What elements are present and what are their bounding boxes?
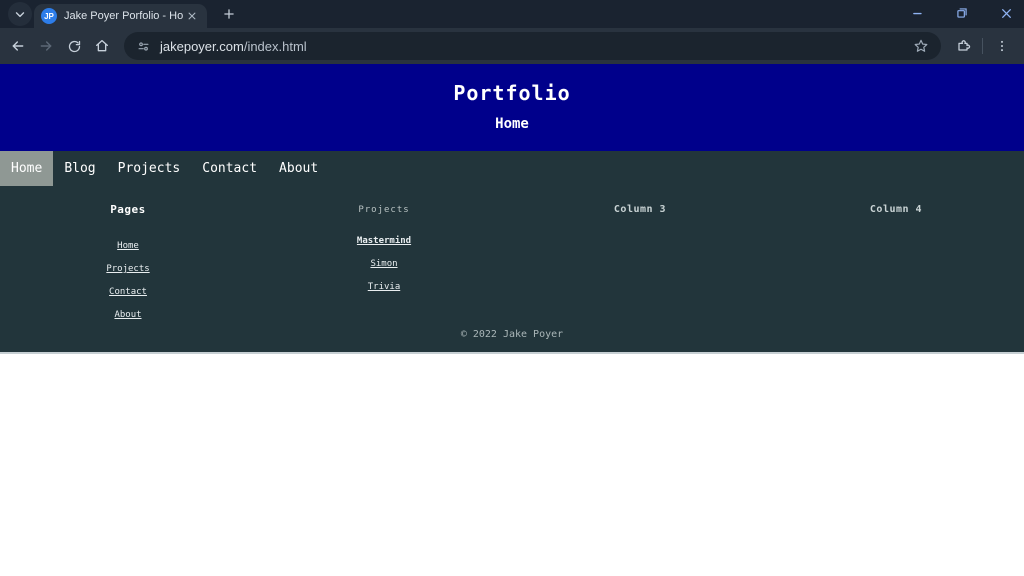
footer-column-projects: Projects Mastermind Simon Trivia xyxy=(256,186,512,325)
close-window-button[interactable] xyxy=(998,5,1014,21)
address-bar[interactable]: jakepoyer.com/index.html xyxy=(124,32,941,60)
footer-links-projects: Mastermind Simon Trivia xyxy=(256,228,512,293)
puzzle-icon xyxy=(955,38,971,54)
tab-title: Jake Poyer Porfolio - Home xyxy=(64,10,184,22)
footer-columns: Pages Home Projects Contact About Projec… xyxy=(0,186,1024,325)
restore-button[interactable] xyxy=(954,5,970,21)
url-domain: jakepoyer.com xyxy=(160,39,244,54)
footer-column-4: Column 4 xyxy=(768,186,1024,325)
nav-item-projects[interactable]: Projects xyxy=(107,151,192,186)
copyright-text: © 2022 Jake Poyer xyxy=(0,329,1024,341)
list-item: Simon xyxy=(256,251,512,270)
reload-button[interactable] xyxy=(61,33,87,59)
nav-item-about[interactable]: About xyxy=(268,151,329,186)
reload-icon xyxy=(67,39,82,54)
footer-link-simon[interactable]: Simon xyxy=(370,259,397,269)
browser-tab[interactable]: JP Jake Poyer Porfolio - Home xyxy=(34,4,207,28)
footer-links-pages: Home Projects Contact About xyxy=(0,233,256,321)
browser-tab-strip: JP Jake Poyer Porfolio - Home xyxy=(0,0,1024,28)
nav-item-blog[interactable]: Blog xyxy=(53,151,106,186)
footer-heading-column-3: Column 3 xyxy=(512,203,768,217)
chevron-down-icon xyxy=(13,7,27,21)
nav-item-home[interactable]: Home xyxy=(0,151,53,186)
extensions-button[interactable] xyxy=(950,33,976,59)
home-icon xyxy=(94,38,110,54)
footer-link-mastermind[interactable]: Mastermind xyxy=(357,236,411,246)
tab-close-icon[interactable] xyxy=(184,8,200,24)
footer-heading-projects: Projects xyxy=(256,203,512,217)
forward-button[interactable] xyxy=(33,33,59,59)
window-controls xyxy=(910,5,1014,21)
footer-column-3: Column 3 xyxy=(512,186,768,325)
footer-link-about[interactable]: About xyxy=(114,310,141,320)
footer-link-contact[interactable]: Contact xyxy=(109,287,147,297)
list-item: About xyxy=(0,302,256,321)
footer-bottom-divider xyxy=(0,352,1024,354)
new-tab-button[interactable] xyxy=(219,4,239,24)
browser-menu-button[interactable] xyxy=(989,33,1015,59)
kebab-menu-icon xyxy=(995,39,1009,53)
site-footer: Pages Home Projects Contact About Projec… xyxy=(0,186,1024,352)
site-favicon: JP xyxy=(41,8,57,24)
page-header: Portfolio Home xyxy=(0,64,1024,151)
arrow-right-icon xyxy=(38,38,54,54)
list-item: Home xyxy=(0,233,256,252)
tab-search-button[interactable] xyxy=(8,2,32,26)
back-button[interactable] xyxy=(5,33,31,59)
url-text[interactable]: jakepoyer.com/index.html xyxy=(160,39,307,54)
footer-heading-column-4: Column 4 xyxy=(768,203,1024,217)
footer-link-projects[interactable]: Projects xyxy=(106,264,149,274)
site-settings-icon[interactable] xyxy=(136,39,151,54)
list-item: Mastermind xyxy=(256,228,512,247)
nav-item-contact[interactable]: Contact xyxy=(191,151,268,186)
list-item: Contact xyxy=(0,279,256,298)
bookmark-star-icon[interactable] xyxy=(913,38,929,54)
arrow-left-icon xyxy=(10,38,26,54)
plus-icon xyxy=(222,7,236,21)
site-nav: Home Blog Projects Contact About xyxy=(0,151,1024,186)
footer-column-pages: Pages Home Projects Contact About xyxy=(0,186,256,325)
footer-link-trivia[interactable]: Trivia xyxy=(368,282,401,292)
page-content: Portfolio Home Home Blog Projects Contac… xyxy=(0,64,1024,354)
url-path: /index.html xyxy=(244,39,307,54)
page-title: Portfolio xyxy=(0,82,1024,104)
home-button[interactable] xyxy=(89,33,115,59)
list-item: Trivia xyxy=(256,274,512,293)
browser-toolbar: jakepoyer.com/index.html xyxy=(0,28,1024,64)
toolbar-divider xyxy=(982,38,983,54)
list-item: Projects xyxy=(0,256,256,275)
footer-link-home[interactable]: Home xyxy=(117,241,139,251)
page-subtitle: Home xyxy=(0,116,1024,132)
minimize-button[interactable] xyxy=(910,5,926,21)
footer-heading-pages: Pages xyxy=(0,203,256,217)
